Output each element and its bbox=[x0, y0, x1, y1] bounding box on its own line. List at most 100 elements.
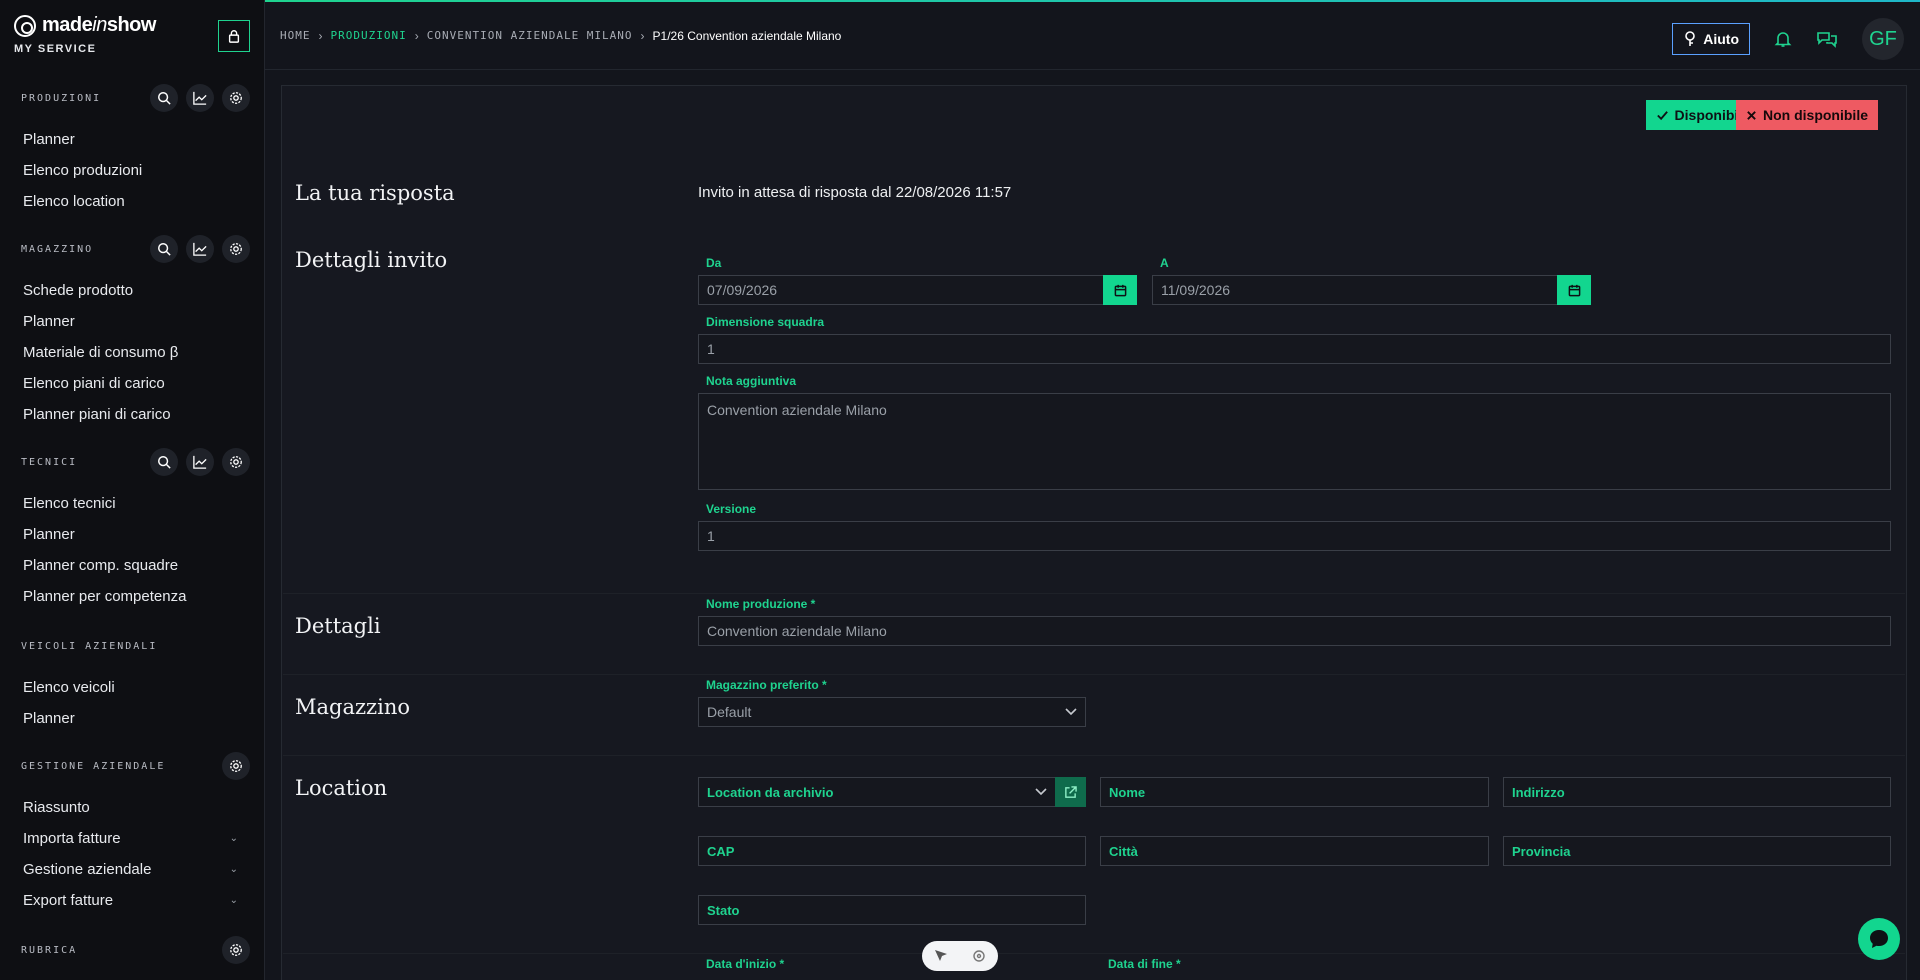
sidebar-section-title: MAGAZZINO bbox=[21, 243, 94, 255]
production-name-field[interactable]: Convention aziendale Milano bbox=[698, 616, 1891, 646]
chevron-right-icon: › bbox=[414, 28, 419, 43]
check-icon bbox=[1656, 110, 1668, 120]
sidebar-section-veicoli: VEICOLI AZIENDALI Elenco veicoli Planner bbox=[0, 632, 264, 734]
divider bbox=[283, 674, 1905, 675]
sidebar-item-planner[interactable]: Planner bbox=[0, 703, 264, 734]
pointer-icon[interactable] bbox=[934, 949, 948, 963]
app-root: madeinshow MY SERVICE PRODUZIONI Planner… bbox=[0, 0, 1920, 980]
sidebar-item-elenco-veicoli[interactable]: Elenco veicoli bbox=[0, 672, 264, 703]
chevron-right-icon: › bbox=[318, 28, 323, 43]
section-title-location: Location bbox=[295, 776, 388, 800]
gear-icon[interactable] bbox=[222, 936, 250, 964]
gear-icon[interactable] bbox=[222, 235, 250, 263]
chevron-down-icon bbox=[1035, 788, 1047, 796]
sidebar-item-importa-fatture[interactable]: Importa fatture ⌄ bbox=[0, 823, 264, 854]
sidebar-item-materiale-consumo[interactable]: Materiale di consumo β bbox=[0, 337, 264, 368]
chart-trend-icon[interactable] bbox=[186, 84, 214, 112]
sidebar-item-elenco-location[interactable]: Elenco location bbox=[0, 186, 264, 217]
note-textarea[interactable]: Convention aziendale Milano bbox=[698, 393, 1891, 490]
breadcrumb-home[interactable]: HOME bbox=[280, 29, 311, 42]
sidebar-item-elenco-produzioni[interactable]: Elenco produzioni bbox=[0, 155, 264, 186]
sidebar-item-planner-comp-squadre[interactable]: Planner comp. squadre bbox=[0, 550, 264, 581]
chevron-right-icon: › bbox=[640, 28, 645, 43]
topbar: HOME › PRODUZIONI › CONVENTION AZIENDALE… bbox=[265, 2, 1920, 70]
sidebar-section-tecnici: TECNICI Elenco tecnici Planner Planner c… bbox=[0, 448, 264, 612]
search-icon[interactable] bbox=[150, 84, 178, 112]
sidebar-item-elenco-piani-carico[interactable]: Elenco piani di carico bbox=[0, 368, 264, 399]
key-icon bbox=[1685, 31, 1696, 46]
sidebar-item-riassunto[interactable]: Riassunto bbox=[0, 792, 264, 823]
chat-icon bbox=[1870, 930, 1888, 948]
invite-panel: Disponibile Non disponibile La tua rispo… bbox=[281, 85, 1907, 980]
sidebar-item-planner-competenza[interactable]: Planner per competenza bbox=[0, 581, 264, 612]
divider bbox=[283, 953, 1905, 954]
section-title-details: Dettagli bbox=[295, 614, 381, 638]
sidebar-section-title: PRODUZIONI bbox=[21, 92, 102, 104]
sidebar-item-planner[interactable]: Planner bbox=[0, 306, 264, 337]
sidebar-section-title: RUBRICA bbox=[21, 944, 78, 956]
chat-button[interactable] bbox=[1858, 918, 1900, 960]
logo-icon bbox=[14, 14, 36, 37]
brand: madeinshow MY SERVICE bbox=[0, 0, 264, 70]
section-title-response: La tua risposta bbox=[295, 181, 455, 205]
breadcrumb-produzioni[interactable]: PRODUZIONI bbox=[331, 29, 407, 42]
topbar-actions: Aiuto GF bbox=[1672, 18, 1904, 60]
chat-bubbles-icon[interactable] bbox=[1816, 30, 1838, 48]
avatar[interactable]: GF bbox=[1862, 18, 1904, 60]
sidebar-section-produzioni: PRODUZIONI Planner Elenco produzioni Ele… bbox=[0, 84, 264, 217]
calendar-icon[interactable] bbox=[1557, 275, 1591, 305]
sidebar-item-schede-prodotto[interactable]: Schede prodotto bbox=[0, 275, 264, 306]
search-icon[interactable] bbox=[150, 448, 178, 476]
from-date-field[interactable]: 07/09/2026 bbox=[698, 275, 1104, 305]
sidebar-item-planner-piani-carico[interactable]: Planner piani di carico bbox=[0, 399, 264, 430]
chevron-down-icon: ⌄ bbox=[229, 895, 238, 906]
location-state-field[interactable]: Stato bbox=[698, 895, 1086, 925]
version-field[interactable]: 1 bbox=[698, 521, 1891, 551]
to-date-field[interactable]: 11/09/2026 bbox=[1152, 275, 1558, 305]
gear-icon[interactable] bbox=[222, 752, 250, 780]
sidebar-section-title: TECNICI bbox=[21, 456, 78, 468]
floating-toolbar bbox=[922, 941, 998, 971]
section-title-invite: Dettagli invito bbox=[295, 248, 448, 272]
sidebar-section-title: GESTIONE AZIENDALE bbox=[21, 760, 166, 772]
from-label: Da bbox=[706, 256, 722, 270]
location-province-field[interactable]: Provincia bbox=[1503, 836, 1891, 866]
sidebar: madeinshow MY SERVICE PRODUZIONI Planner… bbox=[0, 0, 265, 980]
warehouse-label: Magazzino preferito * bbox=[706, 678, 827, 692]
unavailable-button[interactable]: Non disponibile bbox=[1736, 100, 1878, 130]
sidebar-item-planner[interactable]: Planner bbox=[0, 124, 264, 155]
breadcrumb-current: P1/26 Convention aziendale Milano bbox=[652, 28, 842, 43]
to-label: A bbox=[1160, 256, 1169, 270]
search-icon[interactable] bbox=[150, 235, 178, 263]
chart-trend-icon[interactable] bbox=[186, 448, 214, 476]
sidebar-item-gestione-aziendale[interactable]: Gestione aziendale ⌄ bbox=[0, 854, 264, 885]
external-link-icon[interactable] bbox=[1055, 777, 1086, 807]
sidebar-item-elenco-tecnici[interactable]: Elenco tecnici bbox=[0, 488, 264, 519]
team-size-label: Dimensione squadra bbox=[706, 315, 825, 329]
sidebar-section-gestione: GESTIONE AZIENDALE Riassunto Importa fat… bbox=[0, 752, 264, 916]
sidebar-section-title: VEICOLI AZIENDALI bbox=[21, 640, 158, 652]
gear-icon[interactable] bbox=[222, 448, 250, 476]
location-name-field[interactable]: Nome bbox=[1100, 777, 1489, 807]
chevron-down-icon: ⌄ bbox=[229, 833, 238, 844]
lock-sidebar-button[interactable] bbox=[218, 20, 250, 52]
gear-icon[interactable] bbox=[222, 84, 250, 112]
calendar-icon[interactable] bbox=[1103, 275, 1137, 305]
chart-trend-icon[interactable] bbox=[186, 235, 214, 263]
breadcrumb-convention[interactable]: CONVENTION AZIENDALE MILANO bbox=[427, 29, 633, 42]
location-archive-select[interactable]: Location da archivio bbox=[698, 777, 1056, 807]
sidebar-item-planner[interactable]: Planner bbox=[0, 519, 264, 550]
target-icon[interactable] bbox=[972, 949, 986, 963]
location-address-field[interactable]: Indirizzo bbox=[1503, 777, 1891, 807]
location-city-field[interactable]: Città bbox=[1100, 836, 1489, 866]
location-zip-field[interactable]: CAP bbox=[698, 836, 1086, 866]
production-name-label: Nome produzione * bbox=[706, 597, 816, 611]
bell-icon[interactable] bbox=[1774, 30, 1792, 48]
help-button[interactable]: Aiuto bbox=[1672, 23, 1750, 55]
warehouse-select[interactable]: Default bbox=[698, 697, 1086, 727]
team-size-field[interactable]: 1 bbox=[698, 334, 1891, 364]
note-label: Nota aggiuntiva bbox=[706, 374, 797, 388]
sidebar-item-export-fatture[interactable]: Export fatture ⌄ bbox=[0, 885, 264, 916]
breadcrumb: HOME › PRODUZIONI › CONVENTION AZIENDALE… bbox=[280, 29, 841, 43]
chevron-down-icon bbox=[1065, 708, 1077, 716]
